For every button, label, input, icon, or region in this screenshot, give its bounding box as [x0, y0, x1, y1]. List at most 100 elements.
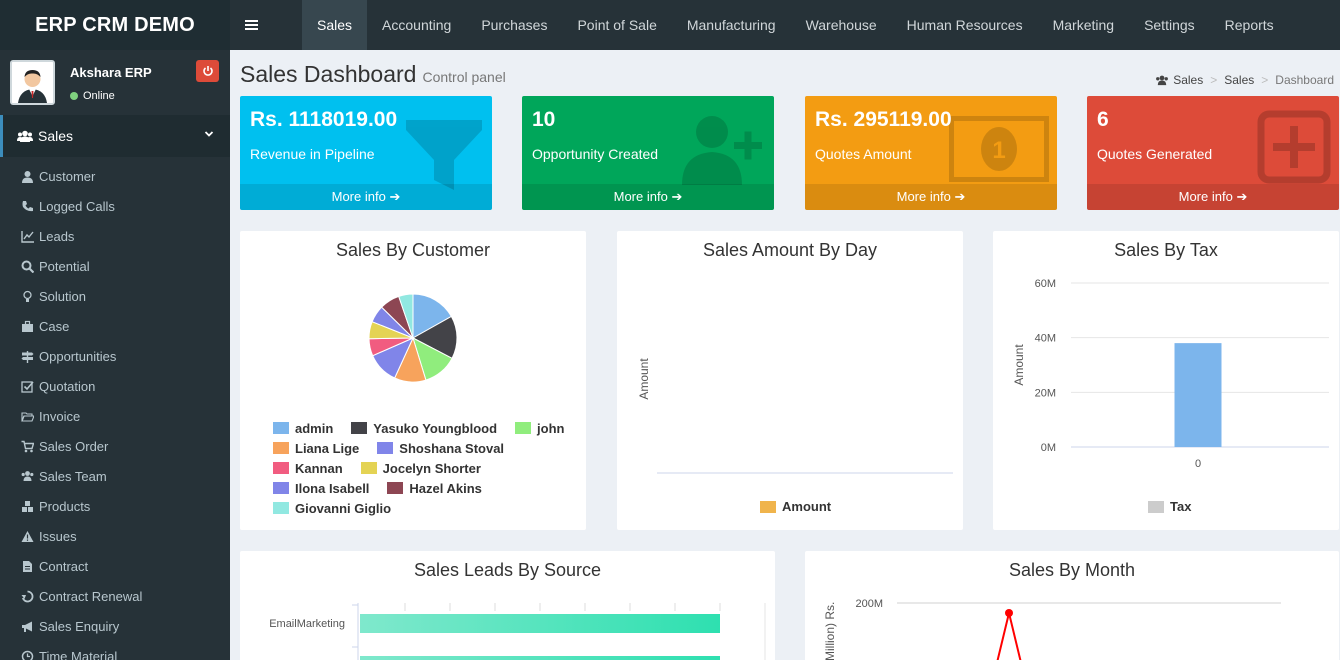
legend-label: Giovanni Giglio — [295, 500, 392, 516]
sidebar-item-products[interactable]: Products — [0, 491, 230, 521]
bullhorn-icon — [21, 620, 34, 633]
y-tick-label: 0M — [1041, 442, 1056, 454]
app-logo[interactable]: ERP CRM DEMO — [0, 0, 230, 50]
y-tick-label: 40M — [1035, 333, 1056, 345]
topnav-settings[interactable]: Settings — [1129, 0, 1210, 50]
svg-text:1: 1 — [992, 137, 1005, 164]
arrow-circle-right-icon: ➔ — [671, 189, 683, 204]
legend-item[interactable]: Hazel Akins — [387, 481, 482, 496]
topnav-accounting[interactable]: Accounting — [367, 0, 466, 50]
sidebar-item-contract[interactable]: Contract — [0, 551, 230, 581]
legend-swatch — [273, 482, 289, 494]
legend-item[interactable]: Jocelyn Shorter — [360, 461, 481, 476]
sidebar-item-label: Leads — [39, 228, 75, 244]
breadcrumb-item[interactable]: Sales — [1224, 73, 1254, 87]
legend-label: Shoshana Stoval — [399, 440, 505, 456]
sidebar-item-sales-enquiry[interactable]: Sales Enquiry — [0, 611, 230, 641]
power-button[interactable] — [196, 60, 219, 82]
sidebar: Akshara ERP Online Sales Customer Logged … — [0, 50, 230, 660]
chevron-down-icon — [204, 131, 214, 137]
bar[interactable] — [1174, 343, 1222, 447]
topnav-human-resources[interactable]: Human Resources — [892, 0, 1038, 50]
plus-square-icon — [1257, 110, 1331, 184]
sidebar-toggle-icon[interactable] — [230, 0, 272, 50]
legend-item[interactable]: Kannan — [273, 461, 343, 476]
chart-legend: Tax — [1148, 499, 1209, 514]
legend-swatch — [273, 442, 289, 454]
user-status: Online — [70, 90, 115, 102]
bar[interactable] — [360, 614, 720, 633]
sidebar-item-invoice[interactable]: Invoice — [0, 401, 230, 431]
legend-item[interactable]: Liana Lige — [273, 441, 359, 456]
topnav-purchases[interactable]: Purchases — [466, 0, 562, 50]
sidebar-item-label: Contract — [39, 558, 89, 574]
y-tick-label: EmailMarketing — [269, 618, 345, 630]
stat-box-quotes-amount: Rs. 295119.00 Quotes Amount 1 More info … — [805, 96, 1057, 210]
sidebar-item-sales-team[interactable]: Sales Team — [0, 461, 230, 491]
more-info-link[interactable]: More info ➔ — [1087, 184, 1339, 210]
data-point[interactable] — [1005, 609, 1013, 617]
sidebar-item-leads[interactable]: Leads — [0, 221, 230, 251]
legend-row: Giovanni Giglio — [273, 498, 583, 518]
arrow-circle-right-icon: ➔ — [1236, 189, 1248, 204]
stat-label: Quotes Amount — [815, 146, 912, 162]
sidebar-item-sales-order[interactable]: Sales Order — [0, 431, 230, 461]
bar[interactable] — [360, 656, 720, 660]
legend-label: Kannan — [295, 460, 343, 476]
arrow-circle-right-icon: ➔ — [389, 189, 401, 204]
user-status-text: Online — [83, 90, 115, 102]
search-icon — [21, 260, 34, 273]
more-info-link[interactable]: More info ➔ — [805, 184, 1057, 210]
more-info-link[interactable]: More info ➔ — [522, 184, 774, 210]
phone-icon — [21, 200, 34, 213]
arrow-circle-right-icon: ➔ — [954, 189, 966, 204]
chart-sales-by-customer: Sales By Customer admin Yasuko Youngblood… — [240, 231, 586, 530]
sidebar-item-solution[interactable]: Solution — [0, 281, 230, 311]
sidebar-item-label: Sales Order — [39, 438, 109, 454]
warning-icon — [21, 530, 34, 543]
legend-item[interactable]: Amount — [760, 499, 831, 514]
sidebar-item-contract-renewal[interactable]: Contract Renewal — [0, 581, 230, 611]
sidebar-item-customer[interactable]: Customer — [0, 161, 230, 191]
sidebar-item-logged-calls[interactable]: Logged Calls — [0, 191, 230, 221]
sidebar-menu: Customer Logged Calls Leads Potential Soluti… — [0, 157, 230, 660]
more-info-text: More info — [613, 189, 668, 204]
briefcase-icon — [21, 320, 34, 333]
legend-item[interactable]: john — [515, 421, 564, 436]
more-info-link[interactable]: More info ➔ — [240, 184, 492, 210]
user-icon — [21, 170, 34, 183]
legend-swatch — [515, 422, 532, 434]
topnav-sales[interactable]: Sales — [302, 0, 368, 50]
topnav-point-of-sale[interactable]: Point of Sale — [562, 0, 671, 50]
legend-item[interactable]: Giovanni Giglio — [273, 501, 391, 516]
sidebar-item-potential[interactable]: Potential — [0, 251, 230, 281]
legend-item[interactable]: Ilona Isabell — [273, 481, 369, 496]
chart-sales-leads-by-source: Sales Leads By Source EmailMarketing — [240, 551, 775, 660]
breadcrumb-item[interactable]: Sales — [1173, 73, 1203, 87]
breadcrumb-current: Dashboard — [1275, 73, 1334, 87]
legend-item[interactable]: admin — [273, 421, 333, 436]
signpost-icon — [21, 350, 34, 363]
legend-item[interactable]: Tax — [1148, 499, 1191, 514]
sidebar-item-opportunities[interactable]: Opportunities — [0, 341, 230, 371]
page-title: Sales Dashboard Control panel — [240, 61, 506, 88]
sidebar-section-sales[interactable]: Sales — [0, 115, 230, 157]
sidebar-item-label: Time Material — [39, 648, 118, 660]
y-tick-label: 60M — [1035, 278, 1056, 290]
sidebar-item-time-material[interactable]: Time Material — [0, 641, 230, 660]
stat-value: Rs. 295119.00 — [815, 108, 952, 131]
topnav-reports[interactable]: Reports — [1210, 0, 1289, 50]
sidebar-item-quotation[interactable]: Quotation — [0, 371, 230, 401]
sidebar-item-issues[interactable]: Issues — [0, 521, 230, 551]
topnav-warehouse[interactable]: Warehouse — [791, 0, 892, 50]
legend-label: admin — [295, 420, 334, 436]
stat-label: Opportunity Created — [532, 146, 659, 162]
legend-item[interactable]: Yasuko Youngblood — [351, 421, 497, 436]
sidebar-item-label: Issues — [39, 528, 77, 544]
sidebar-item-case[interactable]: Case — [0, 311, 230, 341]
legend-item[interactable]: Shoshana Stoval — [377, 441, 504, 456]
topnav-marketing[interactable]: Marketing — [1038, 0, 1129, 50]
topnav-manufacturing[interactable]: Manufacturing — [672, 0, 791, 50]
sidebar-item-label: Solution — [39, 288, 86, 304]
chart-legend: Amount — [760, 499, 849, 514]
